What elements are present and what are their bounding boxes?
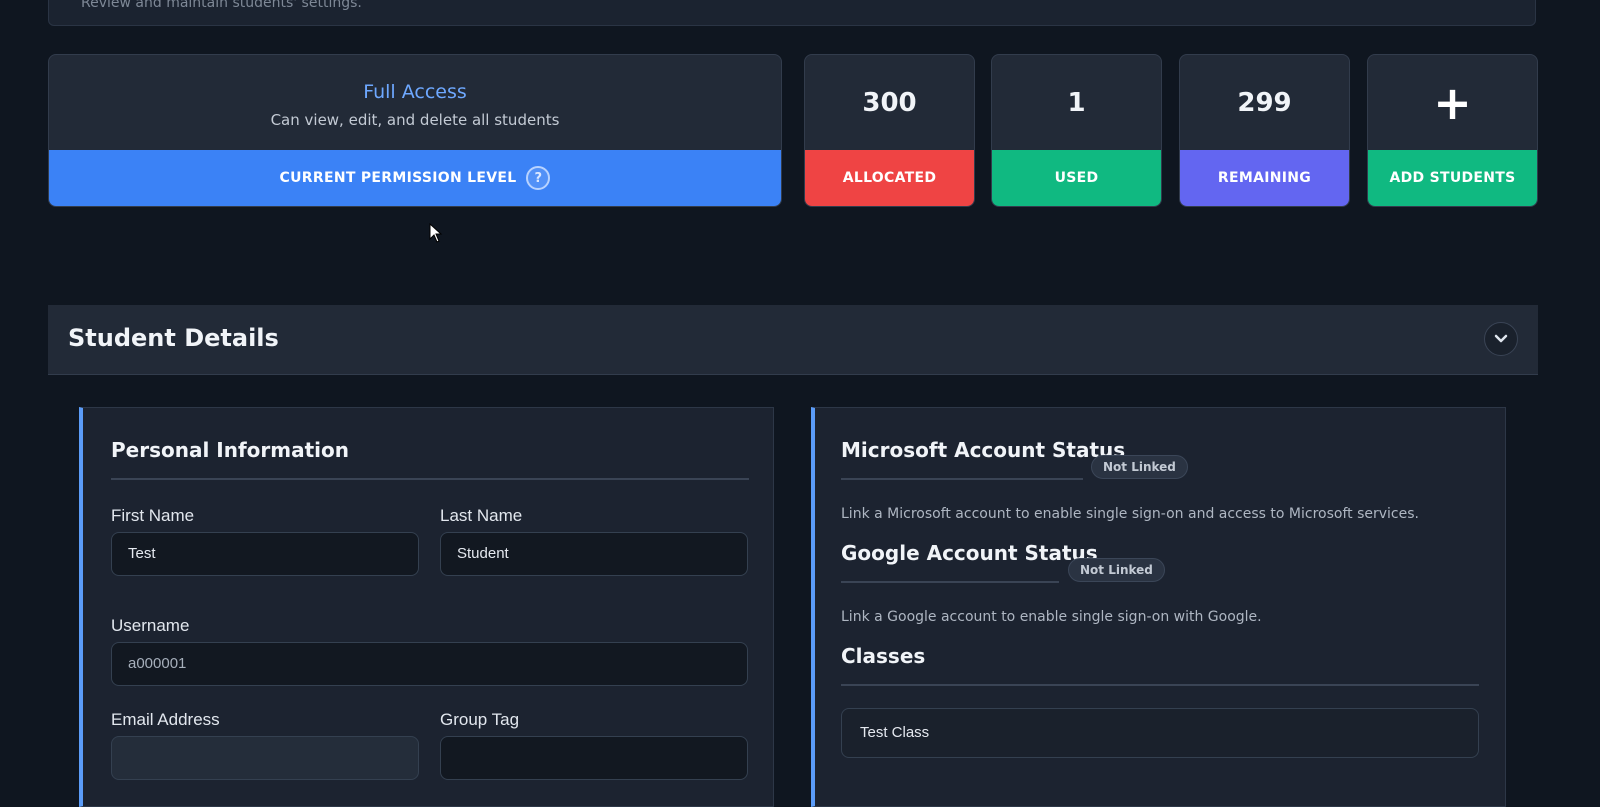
classes-heading: Classes [841,644,926,668]
google-status-badge: Not Linked [1068,558,1165,582]
personal-information-heading: Personal Information [111,438,349,462]
student-details-header[interactable]: Student Details [48,305,1538,375]
google-divider [841,581,1059,583]
permission-title: Full Access [363,80,467,103]
help-glyph: ? [534,170,543,186]
collapse-button[interactable] [1484,322,1518,356]
chevron-down-icon [1494,334,1508,343]
used-card: 1 USED [991,54,1162,207]
remaining-label: REMAINING [1180,150,1349,206]
first-name-input[interactable]: Test [111,532,419,576]
allocated-card: 300 ALLOCATED [804,54,975,207]
allocated-label: ALLOCATED [805,150,974,206]
heading-divider [111,478,749,480]
page-subtitle-strip: Review and maintain students' settings. [48,0,1536,26]
username-label: Username [111,616,190,635]
account-status-panel: Microsoft Account Status Not Linked Link… [811,407,1506,807]
plus-icon: + [1433,75,1472,130]
remaining-value: 299 [1237,87,1292,118]
microsoft-status-badge: Not Linked [1091,455,1188,479]
google-description: Link a Google account to enable single s… [841,609,1262,625]
microsoft-description: Link a Microsoft account to enable singl… [841,506,1419,522]
personal-information-panel: Personal Information First Name Test Las… [79,407,774,807]
permission-level-bar: CURRENT PERMISSION LEVEL ? [49,150,781,206]
permission-level-label: CURRENT PERMISSION LEVEL [279,170,517,186]
add-students-label: ADD STUDENTS [1368,150,1537,206]
email-label: Email Address [111,710,220,729]
class-item[interactable]: Test Class [841,708,1479,758]
used-label: USED [992,150,1161,206]
email-input[interactable] [111,736,419,780]
allocated-value: 300 [862,87,917,118]
help-circle-icon[interactable]: ? [526,166,551,190]
first-name-label: First Name [111,506,195,525]
last-name-label: Last Name [440,506,523,525]
permission-card: Full Access Can view, edit, and delete a… [48,54,782,207]
mouse-cursor-icon [429,223,443,243]
microsoft-account-heading: Microsoft Account Status [841,438,1126,462]
used-value: 1 [1067,87,1086,118]
group-tag-label: Group Tag [440,710,520,729]
classes-divider [841,684,1479,686]
add-students-button[interactable]: + ADD STUDENTS [1367,54,1538,207]
username-input[interactable]: a000001 [111,642,748,686]
microsoft-divider [841,478,1083,480]
last-name-input[interactable]: Student [440,532,748,576]
remaining-card: 299 REMAINING [1179,54,1350,207]
section-title: Student Details [68,324,279,352]
permission-subtitle: Can view, edit, and delete all students [270,110,560,129]
group-tag-input[interactable] [440,736,748,780]
google-account-heading: Google Account Status [841,541,1098,565]
page-subtitle: Review and maintain students' settings. [81,0,362,11]
